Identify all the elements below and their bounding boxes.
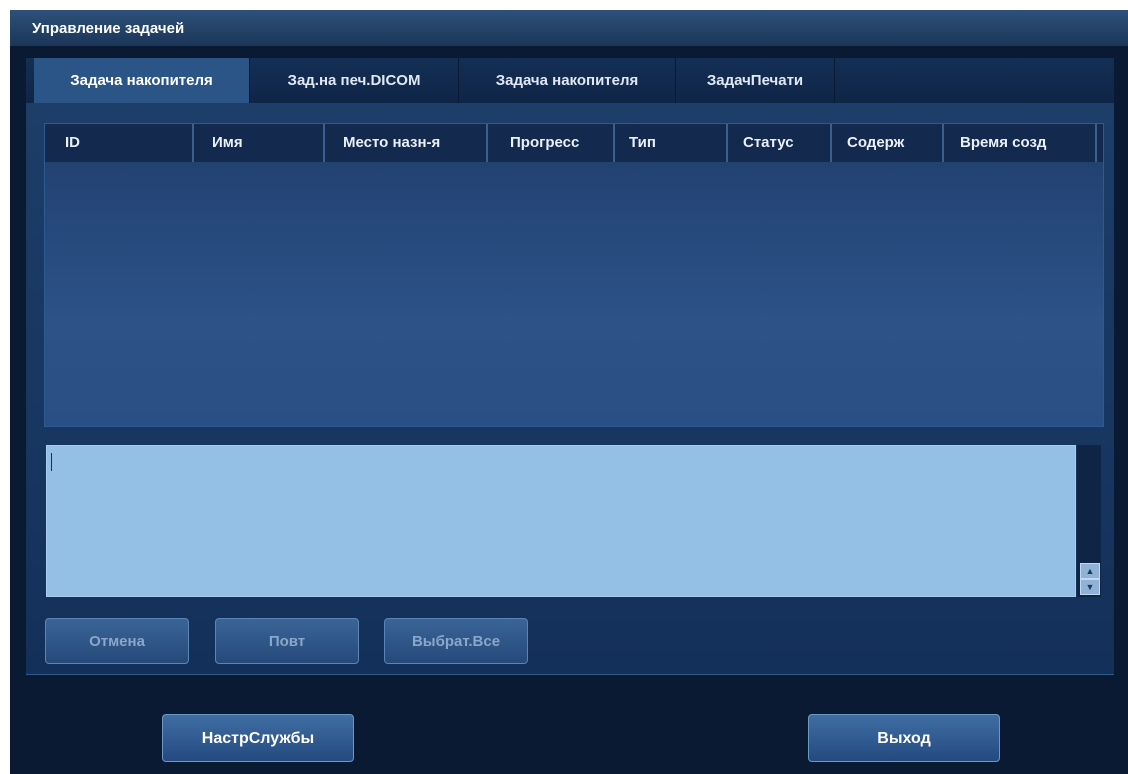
column-header-content[interactable]: Содерж [847,124,904,162]
task-management-window: Управление задачей Задача накопителя Зад… [10,10,1128,774]
title-bar: Управление задачей [10,10,1128,46]
tab-storage-task-2[interactable]: Задача накопителя [459,58,675,103]
task-panel: Задача накопителя Зад.на печ.DICOM Задач… [26,58,1114,675]
column-header-id[interactable]: ID [65,124,80,162]
column-separator [486,124,488,162]
scroll-down-icon[interactable]: ▼ [1080,579,1100,595]
tab-storage-task[interactable]: Задача накопителя [34,58,249,103]
column-header-created-time[interactable]: Время созд [960,124,1046,162]
column-separator [830,124,832,162]
scroll-up-icon[interactable]: ▲ [1080,563,1100,579]
exit-button[interactable]: Выход [808,714,1000,762]
column-header-status[interactable]: Статус [743,124,794,162]
task-table: ID Имя Место назн-я Прогресс Тип Статус … [44,123,1104,427]
detail-scrollbar[interactable]: ▲ ▼ [1077,445,1101,597]
column-separator [942,124,944,162]
column-separator [323,124,325,162]
table-header: ID Имя Место назн-я Прогресс Тип Статус … [45,124,1103,162]
tab-separator [834,58,835,103]
task-detail-field[interactable] [46,445,1076,597]
tab-print-task[interactable]: ЗадачПечати [676,58,834,103]
tab-bar: Задача накопителя Зад.на печ.DICOM Задач… [26,58,1114,103]
column-header-progress[interactable]: Прогресс [510,124,579,162]
column-separator [726,124,728,162]
retry-button[interactable]: Повт [215,618,359,664]
column-separator [192,124,194,162]
column-separator [1095,124,1097,162]
column-separator [613,124,615,162]
service-settings-button[interactable]: НастрСлужбы [162,714,354,762]
column-header-destination[interactable]: Место назн-я [343,124,440,162]
cancel-button[interactable]: Отмена [45,618,189,664]
tab-dicom-print-task[interactable]: Зад.на печ.DICOM [250,58,458,103]
column-header-type[interactable]: Тип [629,124,656,162]
text-caret [51,453,52,471]
select-all-button[interactable]: Выбрат.Все [384,618,528,664]
window-title: Управление задачей [32,20,185,37]
column-header-name[interactable]: Имя [212,124,243,162]
